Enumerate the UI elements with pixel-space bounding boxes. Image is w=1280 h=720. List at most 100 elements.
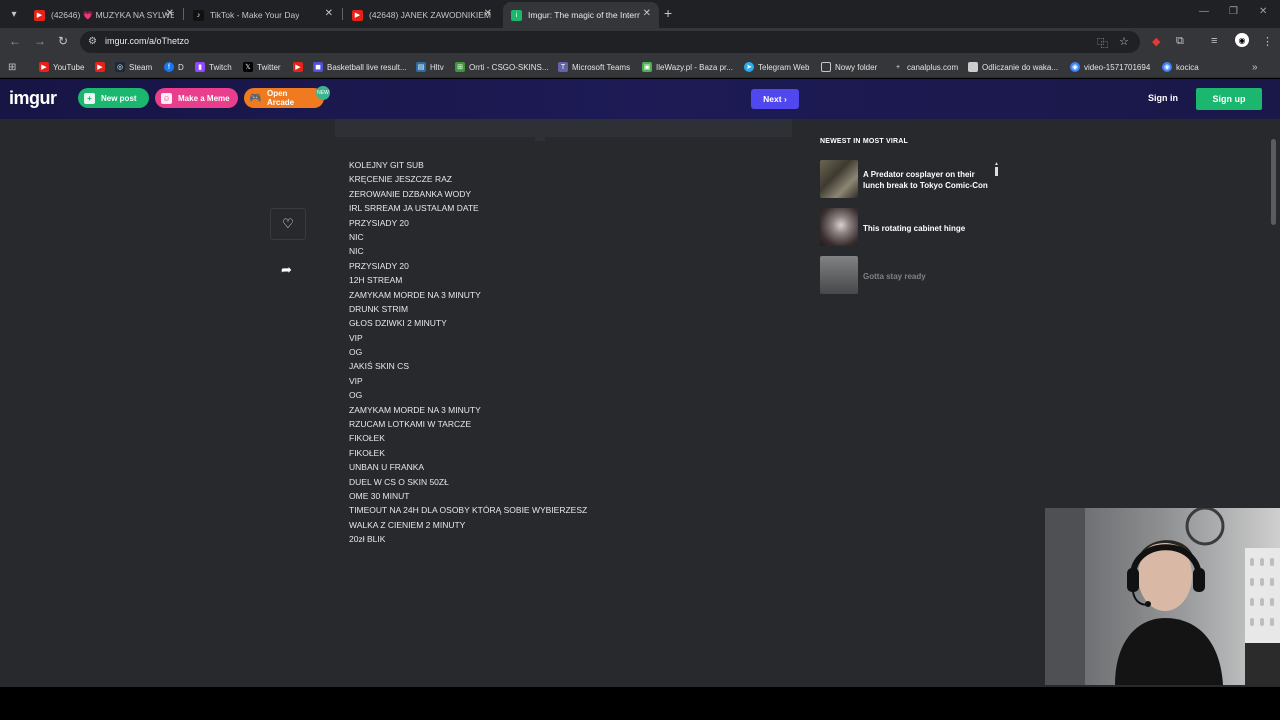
media-controls-icon[interactable]: ≡: [1211, 35, 1217, 47]
post-thumbnail[interactable]: [820, 208, 858, 246]
tab-search-icon[interactable]: ▾: [4, 4, 24, 24]
sign-in-link[interactable]: Sign in: [1148, 93, 1178, 103]
bookmark-teams[interactable]: T Microsoft Teams: [558, 61, 630, 73]
youtube-favicon-icon: ▶: [352, 9, 363, 21]
tab-youtube-muzyka[interactable]: ▶ (42646) 💗 MUZYKA NA SYLWESTRA ✕: [26, 2, 182, 28]
bookmark-youtube-2[interactable]: ▶: [95, 61, 109, 73]
bookmarks-overflow-icon[interactable]: »: [1252, 61, 1258, 73]
page-icon: [968, 62, 978, 72]
list-item: WALKA Z CIENIEM 2 MINUTY: [349, 519, 466, 530]
viral-item[interactable]: This rotating cabinet hinge: [820, 208, 1000, 248]
address-bar[interactable]: ⚙ imgur.com/a/oThetzo: [80, 31, 1140, 53]
apps-grid-icon[interactable]: ⊞: [8, 61, 16, 73]
imgur-header: imgur + New post ☺ Make a Meme 🎮 Open Ar…: [0, 79, 1280, 119]
tab-imgur[interactable]: i Imgur: The magic of the Internet ✕: [503, 2, 659, 28]
list-item: RZUCAM LOTKAMI W TARCZE: [349, 419, 471, 430]
arcade-new-badge: NEW: [316, 86, 330, 100]
gamepad-icon: 🎮: [249, 92, 262, 104]
url-text[interactable]: imgur.com/a/oThetzo: [105, 36, 189, 46]
browser-toolbar: ← → ↻ ⚙ imgur.com/a/oThetzo ⿻ ☆ ◆ ⧉ ≡ ◉ …: [0, 28, 1280, 56]
minimize-icon[interactable]: —: [1199, 6, 1209, 17]
list-item: NIC: [349, 246, 364, 257]
bookmark-youtube[interactable]: ▶ YouTube: [39, 61, 84, 73]
orrti-icon: ⊞: [455, 62, 465, 72]
list-item: VIP: [349, 332, 363, 343]
list-item: OG: [349, 390, 363, 401]
bookmark-orrti[interactable]: ⊞ Orrti - CSGO-SKINS...: [455, 61, 549, 73]
new-post-label: New post: [101, 93, 137, 103]
bookmark-youtube-3[interactable]: ▶: [293, 61, 307, 73]
bookmark-label: Hltv: [430, 62, 444, 72]
viral-item-title[interactable]: This rotating cabinet hinge: [863, 223, 993, 234]
viral-item[interactable]: A Predator cosplayer on their lunch brea…: [820, 160, 1000, 200]
list-item: OME 30 MINUT: [349, 490, 410, 501]
profile-avatar-icon[interactable]: ◉: [1235, 33, 1249, 47]
maximize-icon[interactable]: ❐: [1229, 6, 1238, 17]
list-item: TIMEOUT NA 24H DLA OSOBY KTÓRĄ SOBIE WYB…: [349, 505, 588, 516]
tab-youtube-janek[interactable]: ▶ (42648) JANEK ZAWODNIKIEM ✕: [344, 2, 500, 28]
back-arrow-icon[interactable]: ←: [9, 34, 21, 48]
new-tab-icon[interactable]: +: [664, 5, 672, 21]
sidebar-scrollbar[interactable]: ▲: [994, 162, 999, 178]
close-tab-icon[interactable]: ✕: [643, 8, 651, 19]
open-arcade-label: Open Arcade: [267, 89, 295, 107]
menu-dots-icon[interactable]: ⋮: [1262, 35, 1273, 48]
share-arrow-icon[interactable]: ➦: [281, 262, 292, 278]
post-header-strip: [335, 119, 792, 141]
bookmark-twitter[interactable]: 𝕏 Twitter: [243, 61, 281, 73]
close-window-icon[interactable]: ✕: [1259, 6, 1267, 17]
next-button[interactable]: Next ›: [751, 89, 799, 109]
bookmark-odliczanie[interactable]: Odliczanie do waka...: [968, 61, 1058, 73]
bookmark-ilewazy[interactable]: ▣ IleWazy.pl - Baza pr...: [642, 61, 733, 73]
extension-icon[interactable]: ◆: [1152, 35, 1160, 48]
viral-item-title[interactable]: Gotta stay ready: [863, 271, 993, 282]
meme-icon: ☺: [161, 92, 172, 104]
favorite-button[interactable]: ♡: [270, 208, 306, 240]
bookmark-label: Nowy folder: [835, 62, 878, 72]
bookmark-telegram[interactable]: ➤ Telegram Web: [744, 61, 809, 73]
reload-icon[interactable]: ↻: [58, 34, 68, 48]
bookmark-label: Twitter: [257, 62, 281, 72]
bookmark-basketball[interactable]: ◼ Basketball live result...: [313, 61, 407, 73]
list-item: DUEL W CS O SKIN 50ZŁ: [349, 476, 449, 487]
sidebar-title: NEWEST IN MOST VIRAL: [820, 138, 908, 145]
list-item: KRĘCENIE JESZCZE RAZ: [349, 174, 452, 185]
bookmark-canalplus[interactable]: + canalplus.com: [893, 61, 958, 73]
bookmark-facebook[interactable]: fD: [164, 61, 184, 73]
open-arcade-button[interactable]: 🎮 Open Arcade: [244, 88, 324, 108]
bookmark-video[interactable]: ◉ video-1571701694: [1070, 61, 1150, 73]
bookmark-label: Orrti - CSGO-SKINS...: [469, 62, 549, 72]
close-tab-icon[interactable]: ✕: [325, 8, 333, 19]
bookmark-kocica[interactable]: ◉ kocica: [1162, 61, 1199, 73]
bookmark-label: video-1571701694: [1084, 62, 1151, 72]
bookmark-folder[interactable]: Nowy folder: [821, 61, 877, 73]
post-thumbnail[interactable]: [820, 160, 858, 198]
list-item: UNBAN U FRANKA: [349, 462, 425, 473]
page-scrollbar-thumb[interactable]: [1271, 139, 1276, 225]
forward-arrow-icon[interactable]: →: [34, 34, 46, 48]
twitch-icon: ▮: [195, 62, 205, 72]
site-info-icon[interactable]: ⚙: [88, 36, 97, 47]
viral-item-title[interactable]: A Predator cosplayer on their lunch brea…: [863, 169, 993, 191]
imgur-logo[interactable]: imgur: [9, 88, 57, 109]
list-item: VIP: [349, 375, 363, 386]
tab-tiktok[interactable]: ♪ TikTok - Make Your Day ✕: [185, 2, 341, 28]
bookmarks-bar: ⊞ ▶ YouTube ▶ ◎ Steam fD ▮ Twitch 𝕏 Twitter …: [0, 56, 1280, 78]
bookmark-twitch[interactable]: ▮ Twitch: [195, 61, 232, 73]
bookmark-star-icon[interactable]: ☆: [1119, 35, 1129, 48]
viral-item[interactable]: Gotta stay ready: [820, 256, 1000, 296]
new-post-button[interactable]: + New post: [78, 88, 149, 108]
translate-icon[interactable]: ⿻: [1097, 35, 1108, 51]
close-tab-icon[interactable]: ✕: [166, 8, 174, 19]
extensions-puzzle-icon[interactable]: ⧉: [1176, 35, 1184, 48]
bookmark-steam[interactable]: ◎ Steam: [115, 61, 152, 73]
post-thumbnail[interactable]: [820, 256, 858, 294]
list-item: FIKOŁEK: [349, 447, 385, 458]
make-meme-button[interactable]: ☺ Make a Meme: [155, 88, 238, 108]
bookmark-hltv[interactable]: ▤ Hltv: [416, 61, 444, 73]
close-tab-icon[interactable]: ✕: [484, 8, 492, 19]
bookmark-label: Microsoft Teams: [572, 62, 631, 72]
youtube-icon: ▶: [39, 62, 49, 72]
sign-up-button[interactable]: Sign up: [1196, 88, 1262, 110]
imgur-favicon-icon: i: [511, 9, 522, 21]
